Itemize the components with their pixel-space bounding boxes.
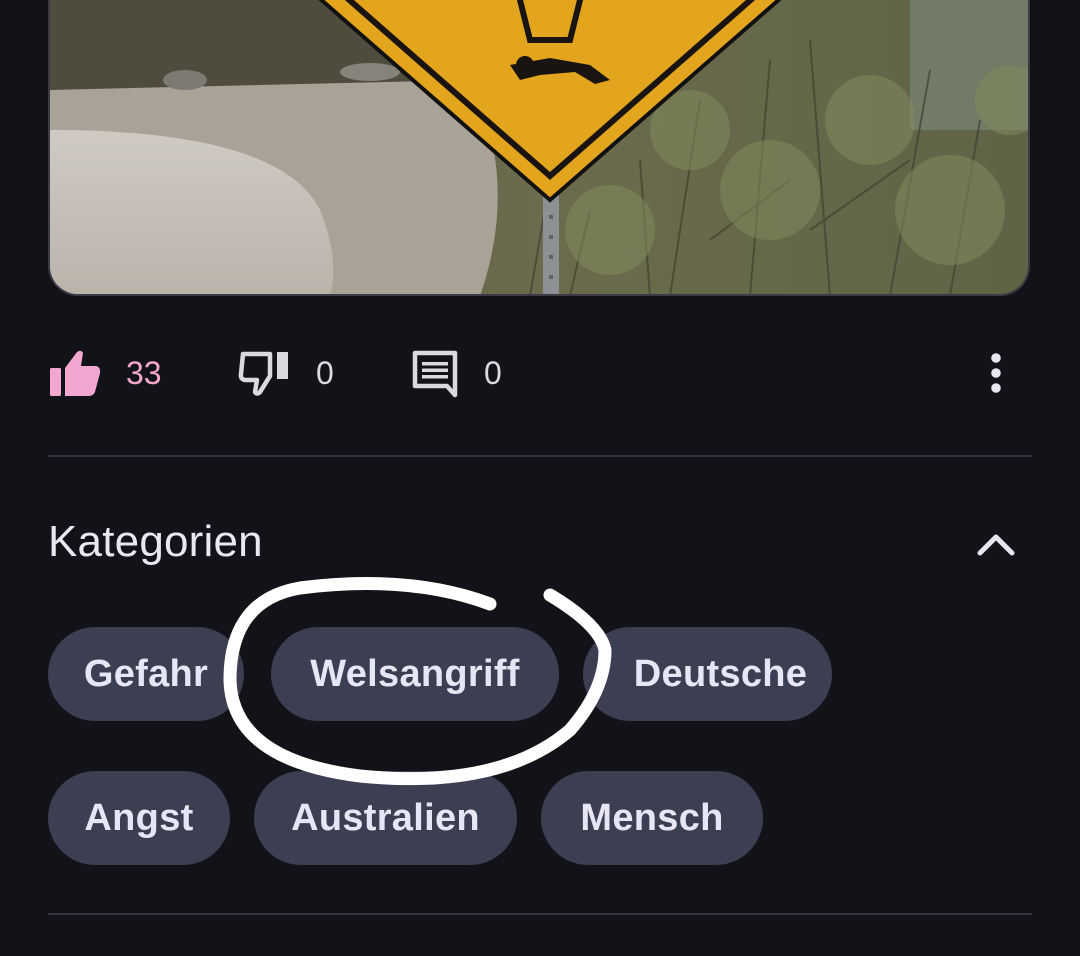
thumb-up-filled-icon <box>50 350 101 396</box>
category-chip[interactable]: Australien <box>254 771 517 865</box>
categories-title: Kategorien <box>48 517 263 566</box>
divider <box>48 913 1032 915</box>
category-chip[interactable]: Mensch <box>541 771 763 865</box>
more-options-button[interactable] <box>976 338 1016 408</box>
dislike-count: 0 <box>316 354 334 391</box>
category-chip-label: Deutsche <box>633 652 808 695</box>
like-button[interactable]: 33 <box>48 338 162 408</box>
category-chip-label: Angst <box>84 796 194 839</box>
divider <box>48 455 1032 457</box>
warning-sign-photo <box>50 0 1028 294</box>
category-chip[interactable]: Angst <box>48 771 230 865</box>
thumb-down-outline-icon <box>238 351 288 396</box>
comment-count: 0 <box>484 354 502 391</box>
category-chip[interactable]: Welsangriff <box>271 627 559 721</box>
category-chip[interactable]: Deutsche <box>583 627 832 721</box>
chevron-up-icon <box>977 534 1015 556</box>
category-chip[interactable]: Gefahr <box>48 627 244 721</box>
comment-icon <box>412 350 458 398</box>
comment-button[interactable]: 0 <box>410 338 502 408</box>
post-image[interactable] <box>48 0 1030 296</box>
category-chip-label: Gefahr <box>83 652 209 695</box>
collapse-categories-button[interactable] <box>968 516 1024 572</box>
dislike-button[interactable]: 0 <box>238 338 334 408</box>
post-view: 33 0 0 Kategorien Gefahr Welsangriff Deu… <box>0 0 1080 956</box>
more-vertical-icon <box>991 353 1001 393</box>
post-actions: 33 0 0 <box>0 338 1080 408</box>
category-chip-label: Welsangriff <box>310 652 520 695</box>
category-chip-label: Mensch <box>580 796 724 839</box>
like-count: 33 <box>126 354 162 391</box>
category-chip-label: Australien <box>291 796 480 839</box>
